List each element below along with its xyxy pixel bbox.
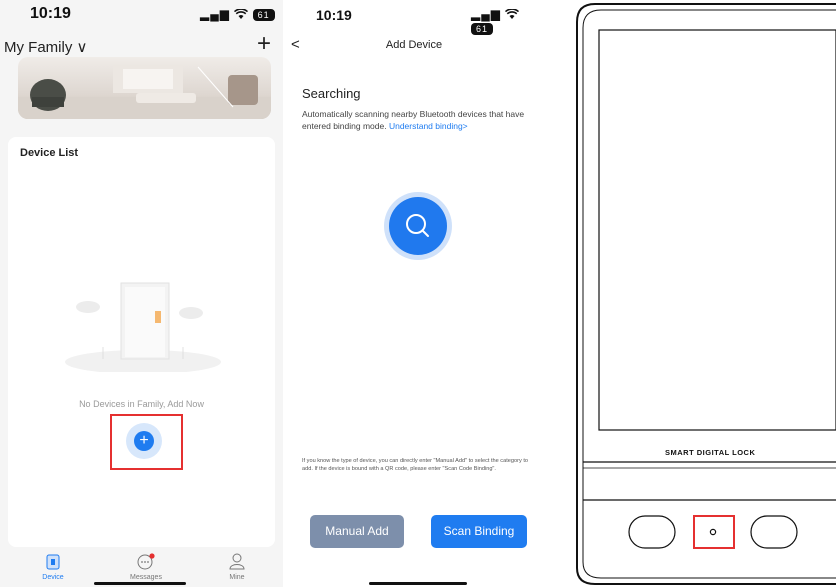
wifi-icon (234, 7, 252, 21)
smart-lock-diagram: SMART DIGITAL LOCK (545, 0, 836, 587)
status-time: 10:19 (30, 5, 71, 22)
manual-add-hint: If you know the type of device, you can … (302, 458, 528, 472)
add-device-screen: 10:19 ▂▄▆ 61 < Add Device Searching Auto… (283, 0, 545, 587)
system-icons: ▂▄▆ 61 (200, 7, 275, 21)
search-icon (389, 197, 447, 255)
system-icons: ▂▄▆ 61 (471, 7, 545, 35)
status-bar: 10:19 ▂▄▆ 61 (0, 0, 283, 28)
home-banner-image (18, 57, 271, 119)
lock-body (576, 3, 836, 585)
battery-icon: 61 (471, 22, 493, 35)
status-time: 10:19 (316, 7, 352, 23)
add-button[interactable]: + (257, 32, 271, 56)
signal-icon: ▂▄▆ (471, 7, 501, 21)
battery-icon: 61 (252, 8, 275, 21)
right-button (750, 515, 798, 549)
device-list-card: Device List No Devices in Family, Add No… (8, 137, 275, 547)
searching-description: Automatically scanning nearby Bluetooth … (302, 108, 534, 132)
lock-label: SMART DIGITAL LOCK (665, 448, 756, 457)
home-indicator (94, 582, 186, 585)
tab-bar: Device Messages Mine (0, 551, 283, 587)
highlight-box (693, 515, 735, 549)
tab-mine-label: Mine (229, 574, 245, 581)
understand-binding-link[interactable]: Understand binding> (389, 121, 468, 131)
scan-binding-button[interactable]: Scan Binding (431, 515, 527, 548)
family-selector[interactable]: My Family ∨ (4, 38, 87, 56)
home-screen: 10:19 ▂▄▆ 61 My Family ∨ + Device List N… (0, 0, 283, 587)
bluetooth-search-indicator (384, 192, 452, 260)
tab-device-label: Device (42, 574, 64, 581)
home-indicator (369, 582, 467, 585)
tab-device[interactable]: Device (23, 554, 83, 581)
status-bar: 10:19 ▂▄▆ 61 (283, 0, 545, 35)
empty-state-text: No Devices in Family, Add Now (79, 399, 204, 409)
messages-icon (116, 553, 176, 572)
device-list-title: Device List (20, 147, 79, 159)
highlight-box (110, 414, 183, 470)
searching-title: Searching (302, 86, 361, 101)
tab-mine[interactable]: Mine (207, 553, 267, 581)
manual-add-button[interactable]: Manual Add (310, 515, 404, 548)
wifi-icon (505, 7, 520, 21)
left-button (628, 515, 676, 549)
signal-icon: ▂▄▆ (200, 7, 230, 21)
tab-messages[interactable]: Messages (116, 553, 176, 581)
person-icon (207, 553, 267, 572)
device-icon (23, 554, 83, 572)
page-title: Add Device (385, 39, 443, 51)
empty-door-illustration (63, 277, 223, 377)
tab-messages-label: Messages (130, 574, 162, 581)
